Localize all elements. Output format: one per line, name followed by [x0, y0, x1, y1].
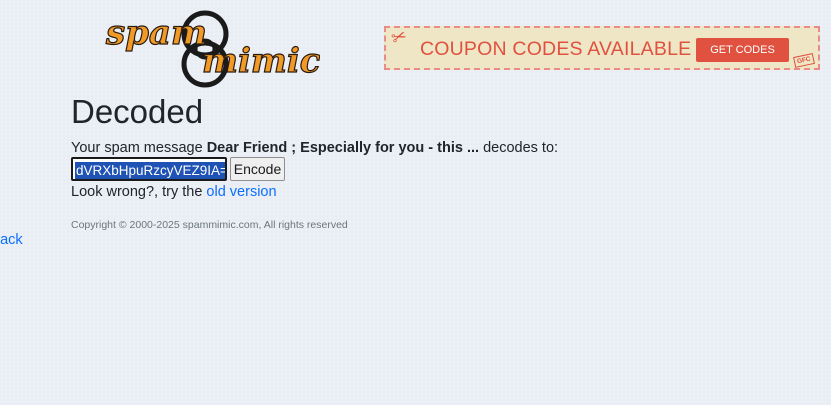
logo-word-mimic: mimic	[202, 41, 320, 81]
back-link[interactable]: back	[0, 230, 23, 250]
copyright-footer: Copyright © 2000-2025 spammimic.com, All…	[71, 219, 348, 231]
scissors-icon: ✂	[388, 25, 411, 50]
back-link-label: back	[0, 232, 23, 248]
spammimic-logo[interactable]: spam mimic	[104, 6, 320, 90]
logo-graphic: spam mimic	[104, 10, 320, 88]
message-prefix: Your spam message	[71, 140, 203, 156]
coupon-ad-banner[interactable]: ✂ COUPON CODES AVAILABLE GET CODES GFC	[384, 25, 820, 70]
logo-word-spam: spam	[105, 13, 207, 53]
get-codes-button[interactable]: GET CODES	[696, 38, 789, 62]
spam-message-excerpt: Dear Friend ; Especially for you - this …	[206, 140, 480, 156]
old-version-link[interactable]: old version	[206, 184, 276, 200]
decoded-value-selected[interactable]: dVRXbHpuRzcyVEZ9IA==	[75, 162, 225, 179]
wrong-text: Look wrong?, try the	[71, 184, 203, 200]
decode-message: Your spam message Dear Friend ; Especial…	[71, 138, 558, 158]
old-version-prompt: Look wrong?, try the old version	[71, 182, 277, 202]
decoded-output-field[interactable]: dVRXbHpuRzcyVEZ9IA==	[71, 157, 227, 181]
message-suffix: decodes to:	[483, 140, 559, 156]
ad-title: COUPON CODES AVAILABLE	[420, 38, 692, 60]
encode-button[interactable]: Encode	[230, 157, 285, 181]
ad-badge: GFC	[793, 53, 815, 68]
page-title: Decoded	[71, 93, 204, 130]
